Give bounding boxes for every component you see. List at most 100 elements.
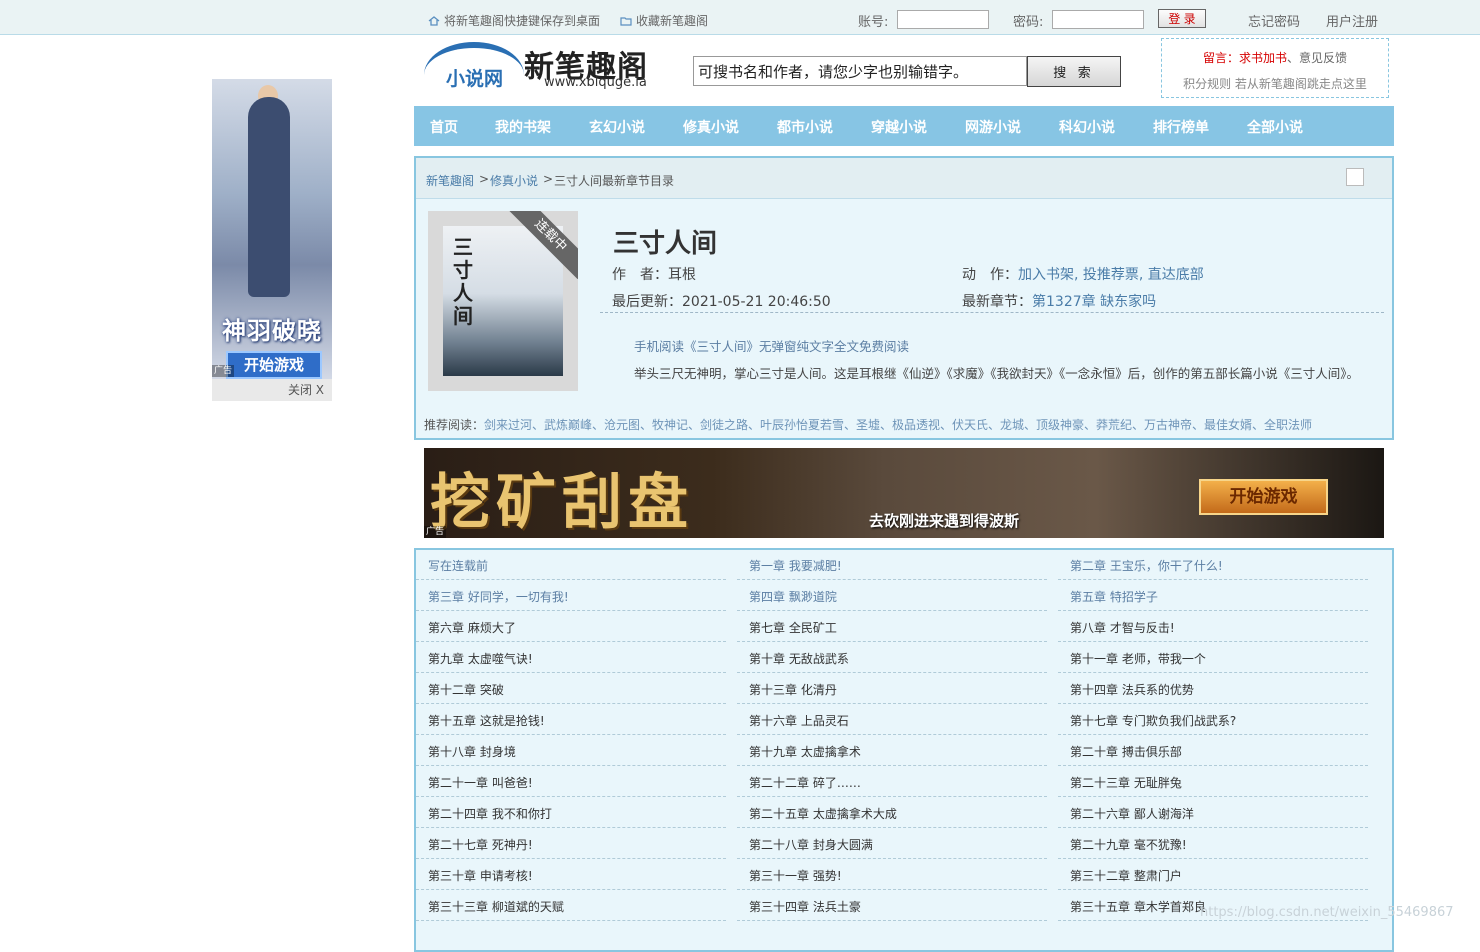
chapter-link[interactable]: 第十一章 老师，带我一个	[1058, 643, 1368, 673]
chapter-link[interactable]: 第三章 好同学，一切有我!	[416, 581, 726, 611]
notice-separator: 、	[1287, 51, 1300, 65]
chapter-link[interactable]: 第一章 我要减肥!	[737, 550, 1047, 580]
nav-urban[interactable]: 都市小说	[777, 106, 833, 150]
banner-ad[interactable]: 挖矿刮盘 去砍刚进来遇到得波斯 开始游戏 广告	[424, 448, 1384, 538]
chapter-link[interactable]: 第十九章 太虚擒拿术	[737, 736, 1047, 766]
chapter-link[interactable]: 第二十九章 毫不犹豫!	[1058, 829, 1368, 859]
banner-play-button[interactable]: 开始游戏	[1199, 479, 1328, 515]
book-info-panel: 新笔趣阁 > 修真小说 > 三寸人间最新章节目录 三寸人间 连载中 三寸人间 作…	[414, 156, 1394, 440]
chapter-link[interactable]: 第十八章 封身境	[416, 736, 726, 766]
ad-play-button[interactable]: 开始游戏	[226, 351, 322, 379]
left-ad[interactable]: 神羽破晓 开始游戏 广告 关闭 X	[212, 79, 332, 401]
chapter-link[interactable]: 第二十六章 鄙人谢海洋	[1058, 798, 1368, 828]
nav-fantasy[interactable]: 玄幻小说	[589, 106, 645, 150]
chapter-row: 第十八章 封身境 第十九章 太虚擒拿术 第二十章 搏击俱乐部	[416, 736, 1392, 767]
chapter-link[interactable]: 第二十一章 叫爸爸!	[416, 767, 726, 797]
author-row: 作 者：耳根	[612, 264, 696, 284]
forgot-password-link[interactable]: 忘记密码	[1248, 11, 1300, 30]
chapter-row: 第六章 麻烦大了 第七章 全民矿工 第八章 才智与反击!	[416, 612, 1392, 643]
divider	[600, 312, 1384, 313]
chapter-row: 写在连载前 第一章 我要减肥! 第二章 王宝乐，你干了什么!	[416, 550, 1392, 581]
chapter-link[interactable]: 第二十四章 我不和你打	[416, 798, 726, 828]
chapter-link[interactable]: 第八章 才智与反击!	[1058, 612, 1368, 642]
nav-all-novels[interactable]: 全部小说	[1247, 106, 1303, 150]
banner-title: 挖矿刮盘	[430, 468, 694, 538]
chapter-link[interactable]: 第五章 特招学子	[1058, 581, 1368, 611]
chapter-row: 第二十四章 我不和你打 第二十五章 太虚擒拿术大成 第二十六章 鄙人谢海洋	[416, 798, 1392, 829]
latest-label: 最新章节：	[962, 294, 1032, 310]
bookmark-label: 收藏新笔趣阁	[636, 14, 709, 28]
update-label: 最后更新：	[612, 294, 682, 310]
chapter-link[interactable]: 第十五章 这就是抢钱!	[416, 705, 726, 735]
chapter-list: 写在连载前 第一章 我要减肥! 第二章 王宝乐，你干了什么! 第三章 好同学，一切有我…	[414, 548, 1394, 952]
book-intro: 举头三尺无神明，掌心三寸是人间。这是耳根继《仙逆》《求魔》《我欲封天》《一念永恒…	[634, 366, 1360, 381]
main-nav: 首页 我的书架 玄幻小说 修真小说 都市小说 穿越小说 网游小说 科幻小说 排行…	[414, 106, 1394, 146]
chapter-link[interactable]: 第六章 麻烦大了	[416, 612, 726, 642]
recommend-label: 推荐阅读：	[424, 418, 485, 432]
chapter-link[interactable]: 第二十八章 封身大圆满	[737, 829, 1047, 859]
bookmark-link[interactable]: 收藏新笔趣阁	[620, 12, 708, 29]
nav-home[interactable]: 首页	[430, 106, 458, 150]
latest-row: 最新章节：第1327章 缺东家吗	[962, 291, 1156, 311]
chapter-link[interactable]: 第十七章 专门欺负我们战武系?	[1058, 705, 1368, 735]
chapter-link[interactable]: 第二十三章 无耻胖兔	[1058, 767, 1368, 797]
ad-image[interactable]: 神羽破晓 开始游戏 广告	[212, 79, 332, 379]
latest-chapter-link[interactable]: 第1327章 缺东家吗	[1032, 294, 1156, 310]
chapter-link[interactable]: 写在连载前	[416, 550, 726, 580]
password-input[interactable]	[1052, 10, 1144, 29]
chapter-row: 第九章 太虚噬气诀! 第十章 无敌战武系 第十一章 老师，带我一个	[416, 643, 1392, 674]
book-cover: 三寸人间 连载中	[428, 211, 578, 391]
breadcrumb-category[interactable]: 修真小说	[490, 172, 538, 189]
nav-bookshelf[interactable]: 我的书架	[495, 106, 551, 150]
logo-sub: 小说网	[446, 68, 504, 90]
chapter-link[interactable]: 第十二章 突破	[416, 674, 726, 704]
points-rules-link[interactable]: 积分规则 若从新笔趣阁跳走点这里	[1162, 75, 1388, 92]
feedback-link[interactable]: 意见反馈	[1299, 51, 1347, 65]
recommend-links[interactable]: 剑来过河、武炼巅峰、沧元图、牧神记、剑徒之路、叶辰孙怡夏若雪、圣墟、极品透视、伏…	[484, 418, 1312, 432]
chapter-link[interactable]: 第四章 飘渺道院	[737, 581, 1047, 611]
chapter-link[interactable]: 第十章 无敌战武系	[737, 643, 1047, 673]
chapter-link[interactable]: 第三十三章 柳道斌的天赋	[416, 891, 726, 921]
save-shortcut-link[interactable]: 将新笔趣阁快捷键保存到桌面	[428, 12, 600, 29]
login-button[interactable]: 登 录	[1158, 9, 1206, 28]
request-book-link[interactable]: 求书加书	[1239, 51, 1287, 65]
chapter-row: 第三十章 申请考核! 第三十一章 强势! 第三十二章 整肃门户	[416, 860, 1392, 891]
nav-time-travel[interactable]: 穿越小说	[871, 106, 927, 150]
nav-scifi[interactable]: 科幻小说	[1059, 106, 1115, 150]
chapter-link[interactable]: 第三十一章 强势!	[737, 860, 1047, 890]
chapter-link[interactable]: 第三十二章 整肃门户	[1058, 860, 1368, 890]
chapter-link[interactable]: 第二十七章 死神丹!	[416, 829, 726, 859]
mobile-read-link[interactable]: 手机阅读《三寸人间》无弹窗纯文字全文免费阅读	[634, 336, 909, 355]
chapter-link[interactable]: 第二十五章 太虚擒拿术大成	[737, 798, 1047, 828]
chapter-link[interactable]: 第九章 太虚噬气诀!	[416, 643, 726, 673]
chapter-link[interactable]: 第二十章 搏击俱乐部	[1058, 736, 1368, 766]
ad-mark: 广告	[212, 365, 235, 377]
account-input[interactable]	[897, 10, 989, 29]
nav-xiuzhen[interactable]: 修真小说	[683, 106, 739, 150]
register-link[interactable]: 用户注册	[1326, 11, 1378, 30]
chapter-link[interactable]: 第十四章 法兵系的优势	[1058, 674, 1368, 704]
author-name: 耳根	[668, 267, 696, 283]
chapter-link[interactable]: 第十三章 化清丹	[737, 674, 1047, 704]
actions-row: 动 作：加入书架, 投推荐票, 直达底部	[962, 264, 1204, 284]
actions-links[interactable]: 加入书架, 投推荐票, 直达底部	[1018, 267, 1204, 283]
chapter-link[interactable]: 第二章 王宝乐，你干了什么!	[1058, 550, 1368, 580]
ad-title: 神羽破晓	[222, 317, 322, 345]
chapter-link[interactable]: 第七章 全民矿工	[737, 612, 1047, 642]
nav-online-game[interactable]: 网游小说	[965, 106, 1021, 150]
book-title: 三寸人间	[613, 229, 718, 259]
breadcrumb-current: 三寸人间最新章节目录	[554, 174, 675, 188]
search-input[interactable]	[693, 56, 1027, 86]
nav-rankings[interactable]: 排行榜单	[1153, 106, 1209, 150]
chapter-link[interactable]: 第十六章 上品灵石	[737, 705, 1047, 735]
chapter-link[interactable]: 第二十二章 碎了……	[737, 767, 1047, 797]
ribbon-clip: 连载中	[428, 211, 578, 391]
status-ribbon: 连载中	[506, 211, 578, 280]
site-logo[interactable]: 小说网 新笔趣阁 www.xbiquge.la	[424, 42, 654, 90]
update-row: 最后更新：2021-05-21 20:46:50	[612, 291, 831, 311]
chapter-link[interactable]: 第三十四章 法兵土豪	[737, 891, 1047, 921]
chapter-link[interactable]: 第三十章 申请考核!	[416, 860, 726, 890]
search-button[interactable]: 搜 索	[1027, 56, 1121, 87]
ad-close-button[interactable]: 关闭 X	[288, 381, 324, 398]
breadcrumb-home[interactable]: 新笔趣阁	[426, 172, 474, 189]
